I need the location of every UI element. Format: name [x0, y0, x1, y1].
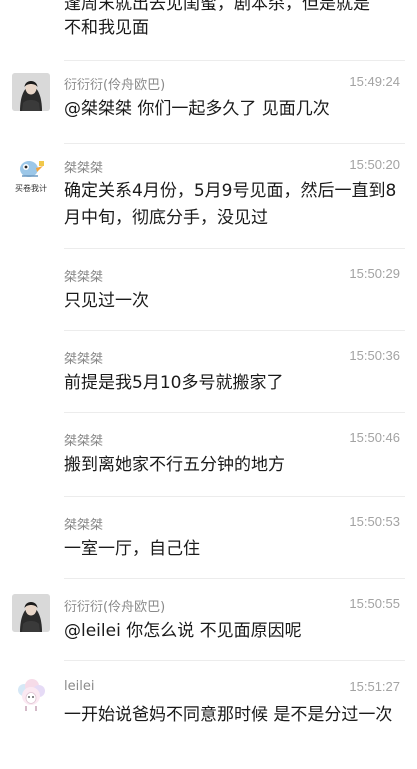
sender-name: leilei — [64, 679, 95, 694]
dark-haired-woman-icon — [12, 73, 50, 111]
sender-name: 桀桀桀 — [64, 270, 104, 285]
sender-name: 桀桀桀 — [64, 518, 104, 533]
avatar[interactable] — [12, 594, 50, 632]
message-timestamp: 15:50:55 — [349, 596, 400, 611]
message-divider — [64, 412, 405, 413]
sender-name: 桀桀桀 — [64, 161, 104, 176]
sender-name: 桀桀桀 — [64, 434, 104, 449]
message-text: 前提是我5月10多号就搬家了 — [64, 373, 284, 393]
avatar[interactable] — [12, 676, 50, 714]
message-text: 确定关系4月份，5月9号见面，然后一直到8月中旬，彻底分手，没见过 — [64, 181, 397, 228]
chat-history: 逢周末就出去见闺蜜，剧本杀，但是就是 不和我见面 衍衍衍(伶舟欧巴) 15:49… — [0, 0, 417, 769]
message-text: 只见过一次 — [64, 291, 149, 311]
message-text: 搬到离她家不行五分钟的地方 — [64, 455, 285, 475]
sender-name: 衍衍衍(伶舟欧巴) — [64, 600, 166, 615]
sender-name: 衍衍衍(伶舟欧巴) — [64, 78, 166, 93]
message-timestamp: 15:49:24 — [349, 74, 400, 89]
avatar-caption: 买卷我计 — [15, 184, 47, 193]
pastel-sheep-icon — [12, 676, 50, 714]
message-timestamp: 15:51:27 — [349, 679, 400, 694]
message-text: 一开始说爸妈不同意那时候 是不是分过一次 — [64, 705, 393, 725]
message-timestamp: 15:50:20 — [349, 157, 400, 172]
dark-haired-woman-icon — [12, 594, 50, 632]
message-text: @桀桀桀 你们一起多久了 见面几次 — [64, 99, 330, 119]
message-divider — [64, 330, 405, 331]
message-timestamp: 15:50:46 — [349, 430, 400, 445]
sender-name: 桀桀桀 — [64, 352, 104, 367]
message-text-line: 不和我见面 — [64, 18, 149, 38]
message-divider — [64, 60, 405, 61]
message-divider — [64, 660, 405, 661]
message-divider — [64, 496, 405, 497]
avatar[interactable] — [12, 73, 50, 111]
message-divider — [64, 578, 405, 579]
message-divider — [64, 143, 405, 144]
message-divider — [64, 248, 405, 249]
message-timestamp: 15:50:36 — [349, 348, 400, 363]
message-text: 一室一厅，自己住 — [64, 539, 200, 559]
message-text: @leilei 你怎么说 不见面原因呢 — [64, 621, 302, 641]
message-timestamp: 15:50:29 — [349, 266, 400, 281]
message-timestamp: 15:50:53 — [349, 514, 400, 529]
